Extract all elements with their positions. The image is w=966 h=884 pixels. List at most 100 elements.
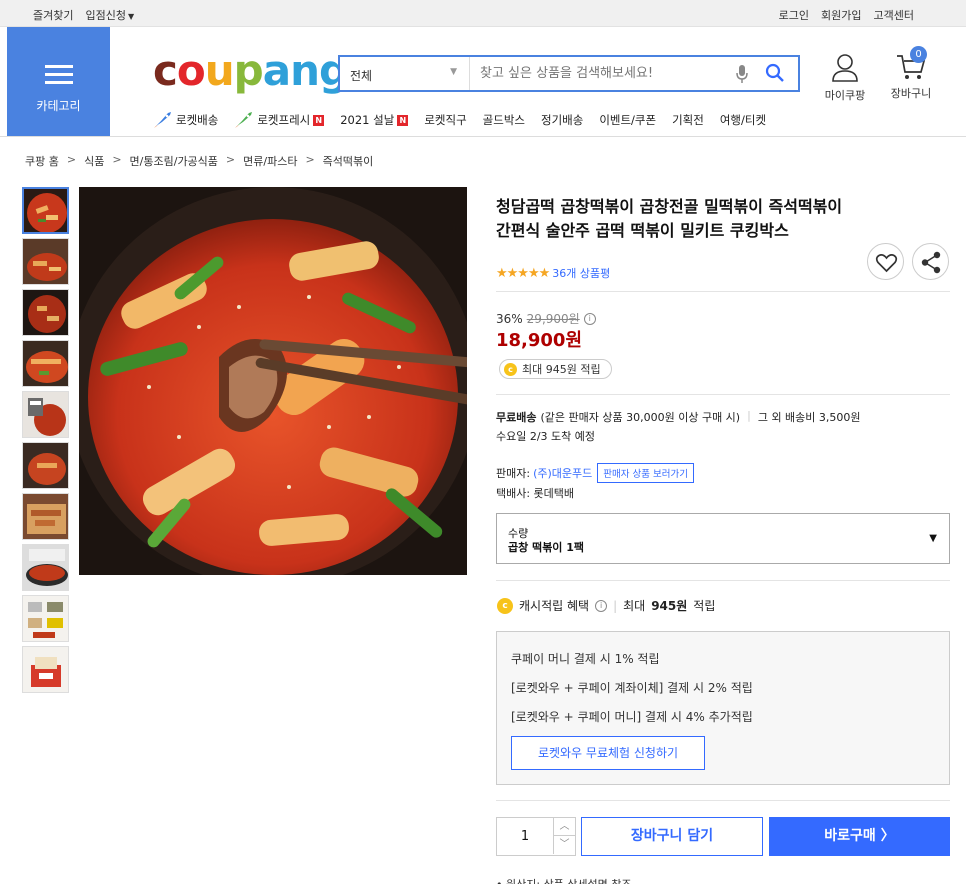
- option-value: 곱창 떡볶이 1팩: [508, 541, 585, 554]
- chevron-up-icon[interactable]: ︿: [553, 818, 575, 836]
- cart-button[interactable]: 0 장바구니: [884, 46, 938, 101]
- triangle-down-icon: ▼: [450, 67, 457, 77]
- product-info: 청담곱떡 곱창떡볶이 곱창전골 밀떡볶이 즉석떡볶이 간편식 술안주 곱떡 떡볶…: [496, 195, 951, 281]
- divider: [496, 800, 950, 801]
- header-divider: [0, 136, 966, 137]
- cashback-row: c 캐시적립 혜택 i | 최대 945원 적립: [497, 597, 715, 614]
- thumbnail-list: [22, 187, 69, 697]
- logo-letter: p: [233, 46, 264, 95]
- breadcrumb-item[interactable]: 식품: [84, 153, 104, 169]
- product-thumbnail[interactable]: [22, 646, 69, 693]
- benefit-item: [로켓와우 + 쿠페이 계좌이체] 결제 시 2% 적립: [511, 681, 753, 695]
- nav-item-travel[interactable]: 여행/티켓: [720, 111, 766, 129]
- nav-item-events[interactable]: 이벤트/쿠폰: [599, 111, 656, 129]
- support-link[interactable]: 고객센터: [874, 7, 914, 23]
- cashback-benefits-box: 쿠페이 머니 결제 시 1% 적립 [로켓와우 + 쿠페이 계좌이체] 결제 시…: [496, 631, 950, 785]
- product-thumbnail[interactable]: [22, 391, 69, 438]
- rating-stars[interactable]: ★★★★★ 36개 상품평: [496, 265, 610, 281]
- favorites-link[interactable]: 즐겨찾기: [33, 7, 73, 23]
- product-title: 청담곱떡 곱창떡볶이 곱창전골 밀떡볶이 즉석떡볶이 간편식 술안주 곱떡 떡볶…: [496, 197, 843, 240]
- nav-item-rocket-delivery[interactable]: 로켓배송: [153, 111, 218, 129]
- courier: 택배사: 롯데택배: [496, 487, 575, 500]
- product-thumbnail[interactable]: [22, 493, 69, 540]
- wishlist-button[interactable]: [867, 243, 904, 280]
- microphone-icon[interactable]: [735, 63, 749, 88]
- point-text: 최대 945원 적립: [522, 363, 601, 376]
- separator: |: [613, 598, 618, 613]
- product-thumbnail[interactable]: [22, 442, 69, 489]
- product-thumbnail[interactable]: [22, 340, 69, 387]
- nav-item-seollal[interactable]: 2021 설날 N: [340, 111, 409, 129]
- category-button[interactable]: 카테고리: [7, 27, 110, 136]
- search-scope-select[interactable]: 전체 ▼: [340, 57, 470, 90]
- share-button[interactable]: [912, 243, 949, 280]
- free-shipping-label: 무료배송: [496, 411, 537, 424]
- separator: |: [747, 409, 751, 422]
- coupang-logo[interactable]: coupang: [153, 50, 349, 92]
- breadcrumb-item[interactable]: 면류/파스타: [243, 153, 297, 169]
- breadcrumb-separator: >: [66, 153, 77, 166]
- info-icon[interactable]: i: [583, 312, 596, 325]
- hamburger-icon: [45, 65, 73, 85]
- cashback-suffix: 적립: [693, 599, 716, 613]
- product-thumbnail[interactable]: [22, 595, 69, 642]
- share-icon: [921, 251, 941, 274]
- search-scope-value: 전체: [350, 69, 373, 83]
- review-count-link[interactable]: 36개 상품평: [552, 265, 610, 281]
- breadcrumb-item[interactable]: 쿠팡 홈: [25, 153, 59, 169]
- quantity-input[interactable]: 1: [497, 818, 553, 855]
- arrival-date: 수요일 2/3 도착 예정: [496, 430, 596, 443]
- triangle-down-icon: ▼: [929, 533, 937, 544]
- caret-down-icon: ▼: [127, 12, 135, 21]
- breadcrumb: 쿠팡 홈 > 식품 > 면/통조림/가공식품 > 면류/파스타 > 즉석떡볶이: [25, 153, 373, 169]
- discount-row: 36% 29,900원 i: [496, 310, 596, 327]
- nav-label: 골드박스: [482, 113, 525, 127]
- join-link[interactable]: 회원가입: [821, 7, 861, 23]
- nav-label: 로켓프레시: [257, 113, 311, 127]
- buy-now-button[interactable]: 바로구매 〉: [769, 817, 950, 856]
- new-badge: N: [397, 114, 409, 126]
- info-icon[interactable]: i: [595, 599, 608, 612]
- product-thumbnail[interactable]: [22, 238, 69, 285]
- nav-label: 로켓배송: [176, 113, 219, 127]
- quantity-stepper: 1 ︿ ﹀: [496, 817, 576, 856]
- rocketwow-trial-button[interactable]: 로켓와우 무료체험 신청하기: [511, 736, 705, 770]
- seller-signup-link[interactable]: 입점신청 ▼: [85, 7, 134, 23]
- mycoupang-button[interactable]: 마이쿠팡: [822, 52, 868, 103]
- divider: [496, 580, 950, 581]
- logo-letter: u: [204, 46, 235, 95]
- nav-item-rocket-fresh[interactable]: 로켓프레시 N: [234, 111, 325, 129]
- option-select[interactable]: 수량 곱창 떡볶이 1팩 ▼: [496, 513, 950, 564]
- divider: [496, 291, 950, 292]
- seller-name-link[interactable]: (주)대운푸드: [533, 465, 592, 481]
- seller-signup-label: 입점신청: [85, 9, 126, 22]
- rocket-green-icon: [235, 112, 253, 128]
- free-shipping-condition: (같은 판매자 상품 30,000원 이상 구매 시): [540, 411, 741, 424]
- nav-item-goldbox[interactable]: 골드박스: [483, 111, 525, 129]
- chevron-down-icon[interactable]: ﹀: [553, 836, 575, 854]
- breadcrumb-item[interactable]: 즉석떡볶이: [323, 153, 374, 169]
- benefit-item: [로켓와우 + 쿠페이 머니] 결제 시 4% 추가적립: [511, 710, 753, 724]
- original-price: 29,900원: [526, 312, 580, 326]
- star-icon: ★★★★★: [496, 265, 550, 281]
- breadcrumb-separator: >: [305, 153, 315, 166]
- login-link[interactable]: 로그인: [779, 7, 809, 23]
- product-main-image[interactable]: [79, 187, 467, 575]
- breadcrumb-separator: >: [112, 153, 122, 166]
- discount-rate: 36%: [496, 311, 523, 326]
- category-label: 카테고리: [36, 99, 81, 113]
- benefit-item: 쿠페이 머니 결제 시 1% 적립: [511, 652, 660, 666]
- product-thumbnail[interactable]: [22, 289, 69, 336]
- product-thumbnail[interactable]: [22, 544, 69, 591]
- breadcrumb-item[interactable]: 면/통조림/가공식품: [130, 153, 218, 169]
- search-input[interactable]: [472, 57, 722, 90]
- product-thumbnail[interactable]: [22, 187, 69, 234]
- add-to-cart-button[interactable]: 장바구니 담기: [581, 817, 763, 856]
- seller-products-button[interactable]: 판매자 상품 보러가기: [597, 463, 694, 483]
- search-icon[interactable]: [764, 62, 786, 87]
- nav-item-subscription[interactable]: 정기배송: [541, 111, 583, 129]
- logo-letter: c: [153, 46, 178, 95]
- nav-item-exhibitions[interactable]: 기획전: [672, 111, 704, 129]
- nav-item-rocket-direct[interactable]: 로켓직구: [424, 111, 466, 129]
- search-bar: 전체 ▼: [338, 55, 800, 92]
